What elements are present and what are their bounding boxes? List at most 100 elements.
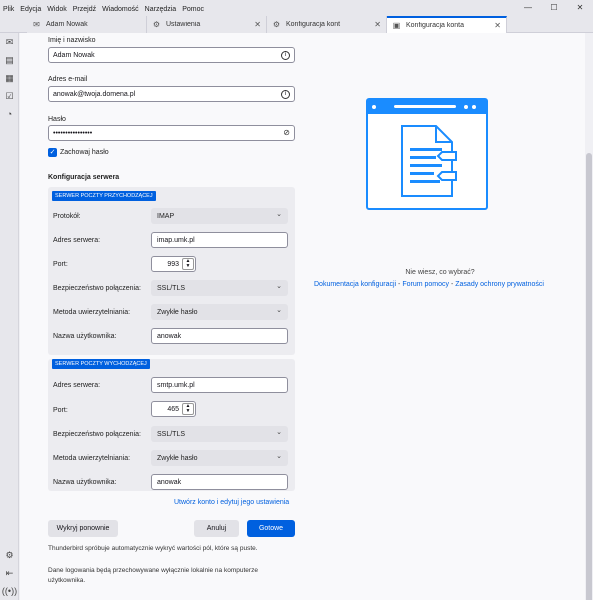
activity-icon: ((•)) <box>1 586 18 596</box>
settings-icon[interactable]: ⚙ <box>0 546 19 564</box>
close-icon[interactable]: ✕ <box>254 20 261 29</box>
in-address-input[interactable]: imap.umk.pl <box>151 232 288 248</box>
doc-link[interactable]: Dokumentacja konfiguracji <box>314 281 396 288</box>
email-value: anowak@twoja.domena.pl <box>53 90 136 98</box>
minimize-icon[interactable]: — <box>515 0 541 16</box>
auto-detect-note: Thunderbird spróbuje automatycznie wykry… <box>48 545 258 552</box>
server-config-title: Konfiguracja serwera <box>48 174 120 181</box>
in-security-select[interactable]: SSL/TLS ⌄ <box>151 280 288 296</box>
out-auth-select[interactable]: Zwykłe hasło ⌄ <box>151 450 288 466</box>
email-label: Adres e-mail <box>48 76 88 83</box>
maximize-icon[interactable]: ☐ <box>541 0 567 16</box>
in-user-label: Nazwa użytkownika: <box>53 333 117 340</box>
done-button[interactable]: Gotowe <box>247 520 295 537</box>
menu-widok[interactable]: Widok <box>47 6 66 13</box>
chevron-down-icon: ⌄ <box>276 429 282 436</box>
account-icon: ⚙ <box>272 20 281 29</box>
tab-konfiguracja-konta[interactable]: ▣ Konfiguracja konta ✕ <box>387 16 507 33</box>
close-window-icon[interactable]: ✕ <box>567 0 593 16</box>
name-field[interactable]: Adam Nowak i <box>48 47 295 63</box>
info-icon[interactable]: i <box>281 51 290 60</box>
out-port-label: Port: <box>53 407 68 414</box>
in-port-input[interactable]: 993 ▲ ▼ <box>151 256 196 272</box>
chat-icon[interactable]: ◔ <box>0 105 19 123</box>
in-security-label: Bezpieczeństwo połączenia: <box>53 285 141 292</box>
outgoing-server-badge: SERWER POCZTY WYCHODZĄCEJ <box>52 359 150 369</box>
in-auth-value: Zwykłe hasło <box>157 308 198 316</box>
email-field[interactable]: anowak@twoja.domena.pl i <box>48 86 295 102</box>
collapse-icon[interactable]: ⇤ <box>0 564 19 582</box>
menu-wiadomosc[interactable]: Wiadomość <box>102 6 139 13</box>
remember-password-checkbox[interactable]: ✓ <box>48 148 57 157</box>
protocol-value: IMAP <box>157 212 175 220</box>
chevron-down-icon: ⌄ <box>276 453 282 460</box>
tab-label: Konfiguracja konta <box>406 22 464 29</box>
chevron-down-icon: ⌄ <box>276 211 282 218</box>
mail-icon[interactable]: ✉ <box>0 33 19 51</box>
out-user-label: Nazwa użytkownika: <box>53 479 117 486</box>
in-security-value: SSL/TLS <box>157 284 186 292</box>
spaces-toolbar: ✉ ▤ ▦ ☑ ◔ ⚙ ⇤ ((•)) <box>0 33 19 600</box>
tab-label: Konfiguracja kont <box>286 21 341 28</box>
scrollbar[interactable] <box>585 33 593 600</box>
tab-adam-nowak[interactable]: ✉ Adam Nowak <box>27 16 147 33</box>
out-security-label: Bezpieczeństwo połączenia: <box>53 431 141 438</box>
in-address-label: Adres serwera: <box>53 237 101 244</box>
out-address-label: Adres serwera: <box>53 382 101 389</box>
forum-link[interactable]: Forum pomocy <box>402 281 449 288</box>
in-port-value: 993 <box>167 260 179 268</box>
tasks-icon[interactable]: ☑ <box>0 87 19 105</box>
name-label: Imię i nazwisko <box>48 37 96 44</box>
account-setup-page: Imię i nazwisko Adam Nowak i Adres e-mai… <box>20 33 585 600</box>
in-auth-label: Metoda uwierzytelniania: <box>53 309 131 316</box>
close-icon[interactable]: ✕ <box>374 20 381 29</box>
incoming-server-badge: SERWER POCZTY PRZYCHODZĄCEJ <box>52 191 156 201</box>
tab-ustawienia[interactable]: ⚙ Ustawienia ✕ <box>147 16 267 33</box>
remember-password-label: Zachowaj hasło <box>60 149 109 156</box>
out-auth-label: Metoda uwierzytelniania: <box>53 455 131 462</box>
scroll-thumb[interactable] <box>586 153 592 600</box>
menu-pomoc[interactable]: Pomoc <box>182 6 204 13</box>
protocol-select[interactable]: IMAP ⌄ <box>151 208 288 224</box>
out-security-value: SSL/TLS <box>157 430 186 438</box>
menu-przejdz[interactable]: Przejdź <box>73 6 96 13</box>
out-auth-value: Zwykłe hasło <box>157 454 198 462</box>
redetect-button[interactable]: Wykryj ponownie <box>48 520 118 537</box>
in-user-input[interactable]: anowak <box>151 328 288 344</box>
password-field[interactable]: •••••••••••••••• ⊘ <box>48 125 295 141</box>
chevron-down-icon: ⌄ <box>276 307 282 314</box>
password-label: Hasło <box>48 116 66 123</box>
help-links: Dokumentacja konfiguracji - Forum pomocy… <box>304 281 554 288</box>
window-controls: — ☐ ✕ <box>515 0 593 16</box>
tab-label: Adam Nowak <box>46 21 88 28</box>
local-storage-note: Dane logowania będą przechowywane wyłącz… <box>48 567 258 574</box>
out-address-input[interactable]: smtp.umk.pl <box>151 377 288 393</box>
out-user-input[interactable]: anowak <box>151 474 288 490</box>
cancel-button[interactable]: Anuluj <box>194 520 239 537</box>
create-and-edit-link[interactable]: Utwórz konto i edytuj jego ustawienia <box>174 499 289 506</box>
document-icon <box>401 125 457 197</box>
out-port-input[interactable]: 465 ▲ ▼ <box>151 401 196 417</box>
tab-label: Ustawienia <box>166 21 201 28</box>
hide-password-icon[interactable]: ⊘ <box>283 128 290 137</box>
help-question: Nie wiesz, co wybrać? <box>405 269 475 276</box>
protocol-label: Protokół: <box>53 213 81 220</box>
close-icon[interactable]: ✕ <box>494 21 501 30</box>
menu-plik[interactable]: Plik <box>3 6 14 13</box>
address-book-icon[interactable]: ▤ <box>0 51 19 69</box>
account-icon: ▣ <box>392 21 401 30</box>
menu-narzedzia[interactable]: Narzędzia <box>145 6 177 13</box>
document-illustration <box>366 98 488 210</box>
in-auth-select[interactable]: Zwykłe hasło ⌄ <box>151 304 288 320</box>
name-value: Adam Nowak <box>53 51 95 59</box>
tab-konfiguracja-kont[interactable]: ⚙ Konfiguracja kont ✕ <box>267 16 387 33</box>
privacy-link[interactable]: Zasady ochrony prywatności <box>455 281 544 288</box>
spinner-icon[interactable]: ▲ ▼ <box>182 403 194 415</box>
calendar-icon[interactable]: ▦ <box>0 69 19 87</box>
menu-edycja[interactable]: Edycja <box>20 6 41 13</box>
out-security-select[interactable]: SSL/TLS ⌄ <box>151 426 288 442</box>
gear-icon: ⚙ <box>152 20 161 29</box>
tabs: ✉ Adam Nowak ⚙ Ustawienia ✕ ⚙ Konfigurac… <box>27 16 507 33</box>
spinner-icon[interactable]: ▲ ▼ <box>182 258 194 270</box>
info-icon[interactable]: i <box>281 90 290 99</box>
